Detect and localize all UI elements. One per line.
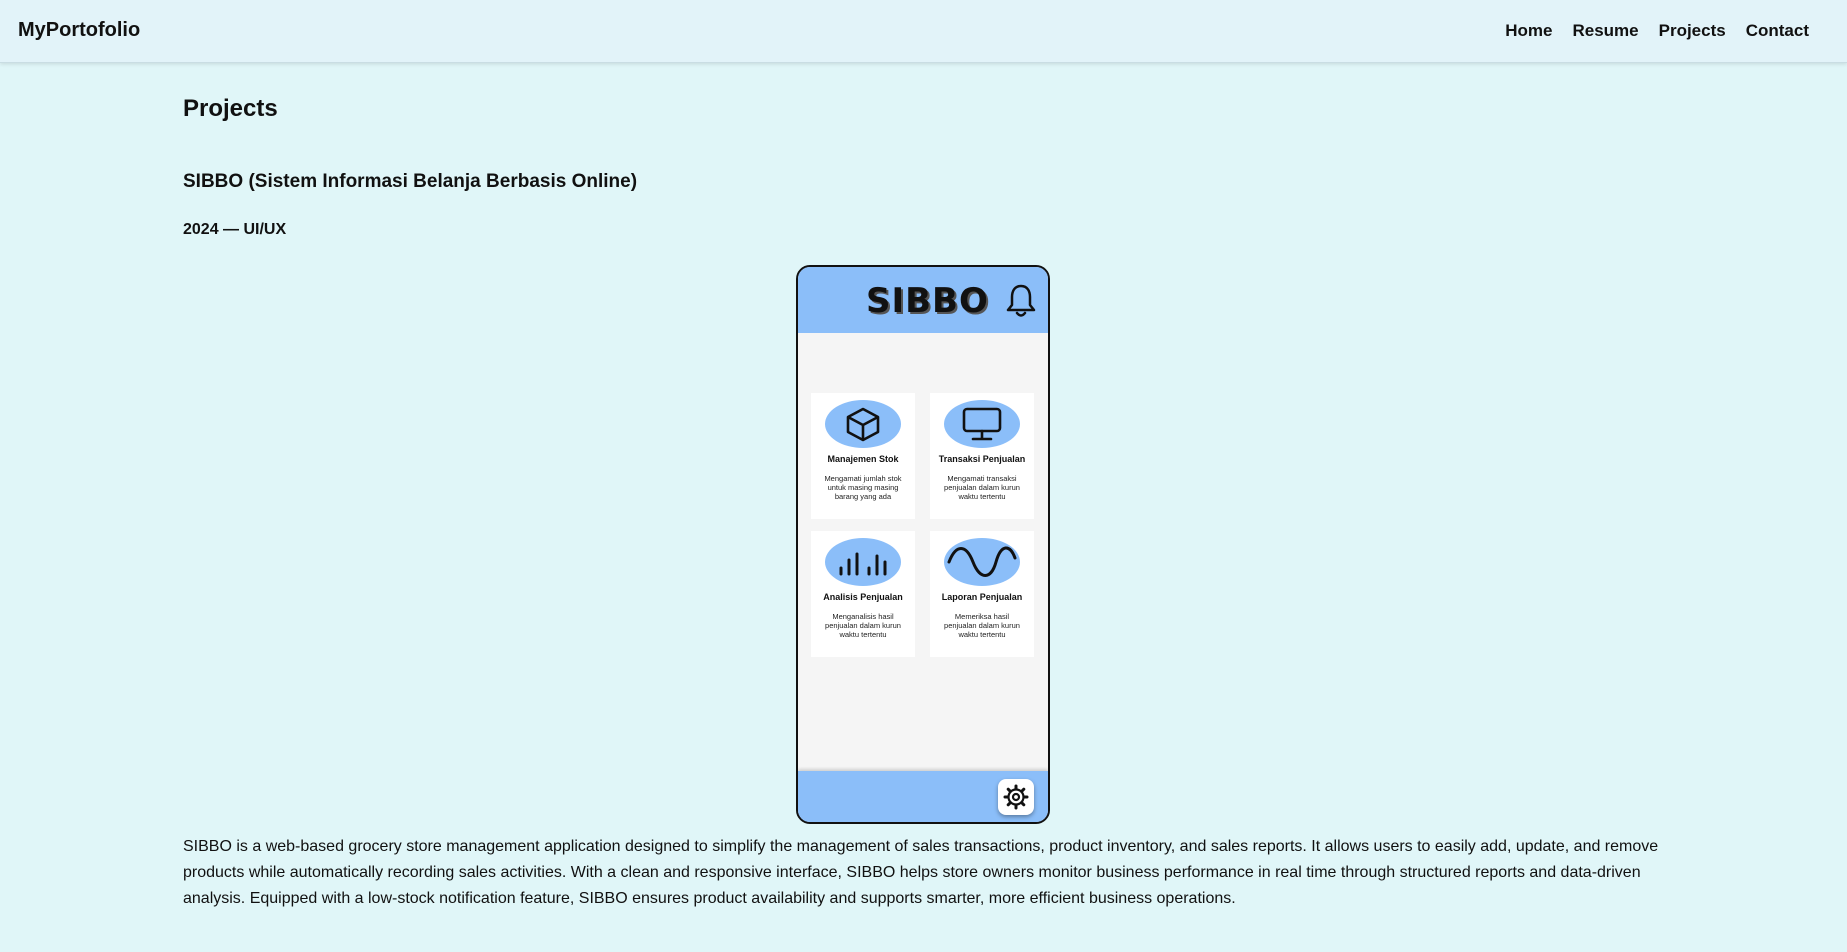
mockup-header: SIBBO (798, 267, 1048, 333)
mockup-card-stock: Manajemen Stok Mengamati jumlah stok unt… (811, 393, 915, 519)
project-description: SIBBO is a web-based grocery store manag… (183, 838, 1659, 907)
card-description: Memeriksa hasil penjualan dalam kurun wa… (944, 612, 1020, 639)
mockup-card-transactions: Transaksi Penjualan Mengamati transaksi … (930, 393, 1034, 519)
nav-link-resume[interactable]: Resume (1572, 21, 1638, 41)
nav-link-contact[interactable]: Contact (1746, 21, 1809, 41)
card-description: Mengamati transaksi penjualan dalam kuru… (944, 474, 1020, 501)
mockup-footer (798, 771, 1048, 822)
card-title: Laporan Penjualan (941, 592, 1023, 602)
monitor-icon (962, 407, 1002, 441)
gear-icon (1003, 784, 1029, 810)
brand-logo[interactable]: MyPortofolio (18, 19, 140, 42)
card-title: Analisis Penjualan (823, 592, 903, 602)
project-mockup-image: SIBBO Manajemen Stok Mengamati jumlah st… (796, 265, 1050, 824)
mockup-card-report: Laporan Penjualan Memeriksa hasil penjua… (930, 531, 1034, 657)
mockup-logo: SIBBO (866, 281, 989, 321)
box-icon (846, 407, 880, 442)
card-description: Mengamati jumlah stok untuk masing masin… (824, 474, 902, 501)
card-description: Menganalisis hasil penjualan dalam kurun… (825, 612, 901, 639)
page-title: Projects (183, 95, 278, 122)
project-meta: 2024 — UI/UX (183, 221, 287, 238)
wave-icon (947, 546, 1017, 577)
card-title: Manajemen Stok (827, 454, 899, 464)
mockup-settings-button (998, 779, 1034, 815)
card-title: Transaksi Penjualan (938, 454, 1026, 464)
nav-link-projects[interactable]: Projects (1659, 21, 1726, 41)
bell-icon (1006, 284, 1036, 317)
navbar: MyPortofolio Home Resume Projects Contac… (0, 0, 1847, 63)
nav-link-home[interactable]: Home (1505, 21, 1552, 41)
nav-links: Home Resume Projects Contact (1505, 21, 1809, 41)
mockup-card-analysis: Analisis Penjualan Menganalisis hasil pe… (811, 531, 915, 657)
bar-chart-icon (839, 552, 887, 576)
project-title: SIBBO (Sistem Informasi Belanja Berbasis… (183, 171, 638, 192)
